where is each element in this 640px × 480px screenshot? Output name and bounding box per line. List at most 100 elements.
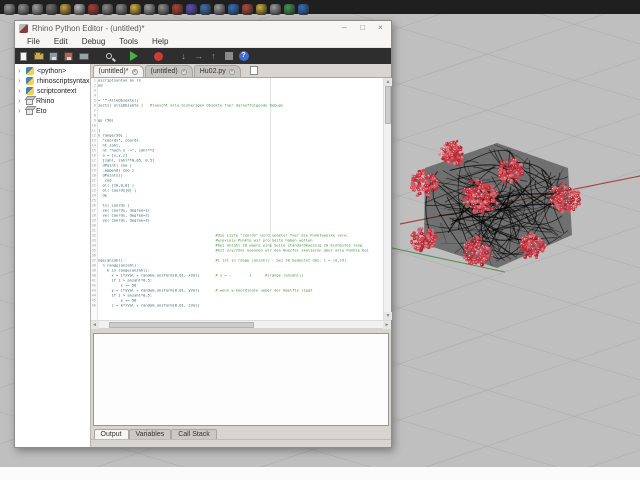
tab-untitled[interactable]: (untitled)* × bbox=[92, 65, 144, 77]
step-into-icon[interactable]: ↓ bbox=[178, 51, 189, 62]
menu-edit[interactable]: Edit bbox=[48, 36, 74, 47]
sidebar-item-rhinoscriptsyntax[interactable]: › rhinoscriptsyntax bbox=[15, 76, 90, 86]
bottom-tab-output[interactable]: Output bbox=[93, 429, 129, 439]
print-icon[interactable] bbox=[78, 51, 89, 62]
expand-arrow-icon[interactable]: › bbox=[18, 67, 23, 75]
sidebar-item-scriptcontext[interactable]: › scriptcontext bbox=[15, 86, 90, 96]
scroll-up-arrow[interactable]: ▲ bbox=[384, 78, 392, 86]
line-number: 46 bbox=[91, 303, 96, 308]
tab-label: (untitled)* bbox=[98, 68, 129, 75]
brush-icon[interactable] bbox=[242, 4, 253, 15]
tree-item-label: Rhino bbox=[36, 97, 55, 105]
sphere-blue-icon[interactable] bbox=[228, 4, 239, 15]
sidebar-item-Eto[interactable]: › Eto bbox=[15, 106, 90, 116]
new-file-icon[interactable] bbox=[18, 51, 29, 62]
step-over-icon[interactable]: → bbox=[193, 51, 204, 62]
run-icon[interactable] bbox=[128, 51, 139, 62]
gear-blue-icon[interactable] bbox=[200, 4, 211, 15]
tree-item-label: rhinoscriptsyntax bbox=[37, 77, 90, 85]
corner-icon[interactable] bbox=[270, 4, 281, 15]
box-icon bbox=[26, 97, 33, 105]
code-editor[interactable]: 1 2 3 4 5 6 7 8 9 10 11 12 13 14 15 16 17 18 19 20 21 22 23 24 2… bbox=[90, 78, 392, 320]
python-editor-window: Rhino Python Editor - (untitled)* – □ × Fi… bbox=[14, 20, 392, 448]
save-icon[interactable] bbox=[48, 51, 59, 62]
python-icon bbox=[26, 67, 34, 75]
tree-item-label: <python> bbox=[37, 67, 67, 75]
scroll-down-arrow[interactable]: ▼ bbox=[384, 312, 392, 320]
python-icon bbox=[26, 87, 34, 95]
tab-close-icon[interactable]: × bbox=[131, 68, 138, 75]
search-icon[interactable] bbox=[103, 51, 114, 62]
undo-icon[interactable] bbox=[102, 4, 113, 15]
python-icon bbox=[26, 77, 34, 85]
step-out-icon[interactable]: ↑ bbox=[208, 51, 219, 62]
expand-arrow-icon[interactable]: › bbox=[18, 107, 23, 115]
code-text-area[interactable]: oscriptsyntax as rs om = ""-AlleObjekte()… bbox=[98, 78, 383, 320]
record-icon[interactable] bbox=[153, 51, 164, 62]
filter-icon[interactable] bbox=[172, 4, 183, 15]
tab-close-icon[interactable]: × bbox=[228, 68, 235, 75]
tab-label: (untitled) bbox=[150, 68, 178, 75]
bulb-icon[interactable] bbox=[144, 4, 155, 15]
redo-icon[interactable] bbox=[116, 4, 127, 15]
code-line: nge(anzahl): #i ist in range (anzahl) - … bbox=[97, 258, 347, 263]
gear-yellow-icon[interactable] bbox=[60, 4, 71, 15]
sidebar-item-python[interactable]: › <python> bbox=[15, 66, 90, 76]
close-button[interactable]: × bbox=[372, 22, 389, 34]
sun-icon[interactable] bbox=[256, 4, 267, 15]
tab-untitled[interactable]: (untitled) × bbox=[144, 65, 193, 77]
cylinder-icon[interactable] bbox=[32, 4, 43, 15]
code-line: #mit x/y/zVal koennen wir den Wuerfel sk… bbox=[215, 248, 369, 253]
badge-icon[interactable] bbox=[130, 4, 141, 15]
expand-arrow-icon[interactable]: › bbox=[18, 77, 23, 85]
maximize-button[interactable]: □ bbox=[354, 22, 371, 34]
tree-item-label: scriptcontext bbox=[37, 87, 77, 95]
grid-icon[interactable] bbox=[74, 4, 85, 15]
bottom-tab-call-stack[interactable]: Call Stack bbox=[171, 429, 217, 439]
menu-debug[interactable]: Debug bbox=[76, 36, 112, 47]
box-icon bbox=[26, 107, 33, 115]
sphere-purple-icon[interactable] bbox=[186, 4, 197, 15]
rhino-python-icon bbox=[19, 23, 28, 33]
output-panel[interactable] bbox=[92, 333, 389, 426]
titlebar[interactable]: Rhino Python Editor - (untitled)* – □ × bbox=[15, 21, 391, 35]
bottom-tab-variables[interactable]: Variables bbox=[128, 429, 172, 439]
horizontal-scroll-thumb[interactable] bbox=[108, 322, 254, 328]
scroll-left-arrow[interactable]: ◄ bbox=[90, 321, 99, 329]
scroll-right-arrow[interactable]: ► bbox=[383, 321, 391, 329]
vertical-scroll-thumb[interactable] bbox=[385, 86, 391, 124]
move-icon[interactable] bbox=[4, 4, 15, 15]
tab-Hu02py[interactable]: Hu02.py × bbox=[193, 65, 241, 77]
open-file-icon[interactable] bbox=[33, 51, 44, 62]
orbit-icon[interactable] bbox=[18, 4, 29, 15]
rhino-toolbar-icons bbox=[4, 4, 309, 15]
save-all-icon[interactable] bbox=[63, 51, 74, 62]
new-tab-icon[interactable] bbox=[249, 66, 258, 75]
lock-icon[interactable] bbox=[158, 4, 169, 15]
code-line: z = k*zVal + random.uniform(0.01, zVal) bbox=[97, 303, 200, 308]
boxes-icon[interactable] bbox=[214, 4, 225, 15]
minimize-button[interactable]: – bbox=[336, 22, 353, 34]
menu-tools[interactable]: Tools bbox=[113, 36, 144, 47]
sidebar-empty-area bbox=[15, 116, 90, 447]
bottom-tabbar: Output Variables Call Stack bbox=[90, 426, 391, 439]
module-tree-sidebar: › <python> › rhinoscriptsyntax › scriptcontex… bbox=[15, 64, 91, 447]
help-sphere-icon[interactable] bbox=[298, 4, 309, 15]
tree-item-label: Eto bbox=[36, 107, 47, 115]
render-icon[interactable] bbox=[88, 4, 99, 15]
window-footer bbox=[90, 439, 391, 447]
tab-close-icon[interactable]: × bbox=[180, 68, 187, 75]
menu-help[interactable]: Help bbox=[146, 36, 174, 47]
window-title: Rhino Python Editor - (untitled)* bbox=[32, 23, 145, 33]
sidebar-item-Rhino[interactable]: › Rhino bbox=[15, 96, 90, 106]
earth-icon[interactable] bbox=[284, 4, 295, 15]
vertical-scrollbar[interactable]: ▲ ▼ bbox=[383, 78, 392, 320]
expand-arrow-icon[interactable]: › bbox=[18, 97, 23, 105]
editor-toolbar: ↓ → ↑? bbox=[15, 48, 391, 64]
horizontal-scrollbar[interactable]: ◄ ► bbox=[90, 320, 391, 329]
help-icon[interactable]: ? bbox=[238, 51, 249, 62]
stop-icon[interactable] bbox=[223, 51, 234, 62]
gear-dark-icon[interactable] bbox=[46, 4, 57, 15]
menu-file[interactable]: File bbox=[21, 36, 46, 47]
expand-arrow-icon[interactable]: › bbox=[18, 87, 23, 95]
